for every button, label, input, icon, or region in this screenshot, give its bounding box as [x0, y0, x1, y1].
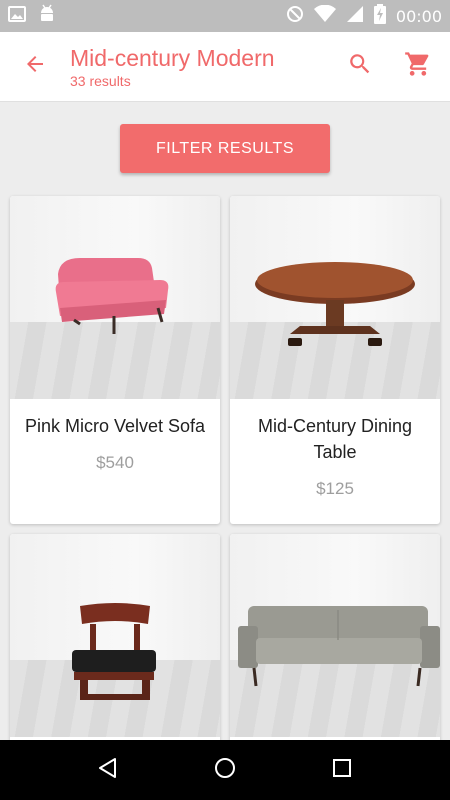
- product-image-pink-sofa[interactable]: [10, 196, 220, 399]
- product-image-grey-sofa[interactable]: [230, 534, 440, 737]
- product-name: Pink Micro Velvet Sofa: [24, 416, 206, 436]
- product-card[interactable]: [230, 534, 440, 744]
- system-nav-bar: [0, 740, 450, 800]
- search-icon: [347, 51, 373, 82]
- home-circle-icon: [213, 756, 237, 785]
- product-name: Mid-Century Dining Table: [257, 416, 413, 462]
- page-title: Mid-century Modern: [70, 44, 275, 71]
- filter-results-button[interactable]: FILTER RESULTS: [120, 124, 330, 173]
- product-card[interactable]: Mid-Century Dining Table $125: [230, 196, 440, 524]
- search-button[interactable]: [338, 44, 382, 88]
- back-triangle-icon: [96, 756, 120, 785]
- recents-square-icon: [330, 756, 354, 785]
- shopping-cart-icon: [404, 50, 432, 83]
- results-count: 33 results: [70, 72, 131, 89]
- product-price: $540: [96, 453, 134, 472]
- product-price: $125: [316, 479, 354, 498]
- arrow-back-icon: [23, 52, 47, 81]
- cart-button[interactable]: [396, 44, 440, 88]
- nav-recents-button[interactable]: [322, 750, 362, 790]
- product-card[interactable]: Pink Micro Velvet Sofa $540: [10, 196, 220, 524]
- app-bar: Mid-century Modern 33 results: [0, 32, 450, 102]
- status-time: 00:00: [395, 6, 442, 26]
- nav-back-button[interactable]: [88, 750, 128, 790]
- wifi-icon: [313, 4, 336, 28]
- do-not-disturb-icon: [286, 5, 304, 28]
- signal-icon: [346, 5, 364, 28]
- back-button[interactable]: [0, 32, 70, 102]
- nav-home-button[interactable]: [205, 750, 245, 790]
- android-icon: [38, 4, 56, 29]
- image-icon: [8, 5, 26, 28]
- product-image-lounge-chair[interactable]: [10, 534, 220, 737]
- status-bar: 00:00: [0, 0, 450, 32]
- product-card[interactable]: [10, 534, 220, 744]
- title-block: Mid-century Modern 33 results: [70, 45, 275, 89]
- product-image-dining-table[interactable]: [230, 196, 440, 399]
- battery-charging-icon: [373, 3, 386, 29]
